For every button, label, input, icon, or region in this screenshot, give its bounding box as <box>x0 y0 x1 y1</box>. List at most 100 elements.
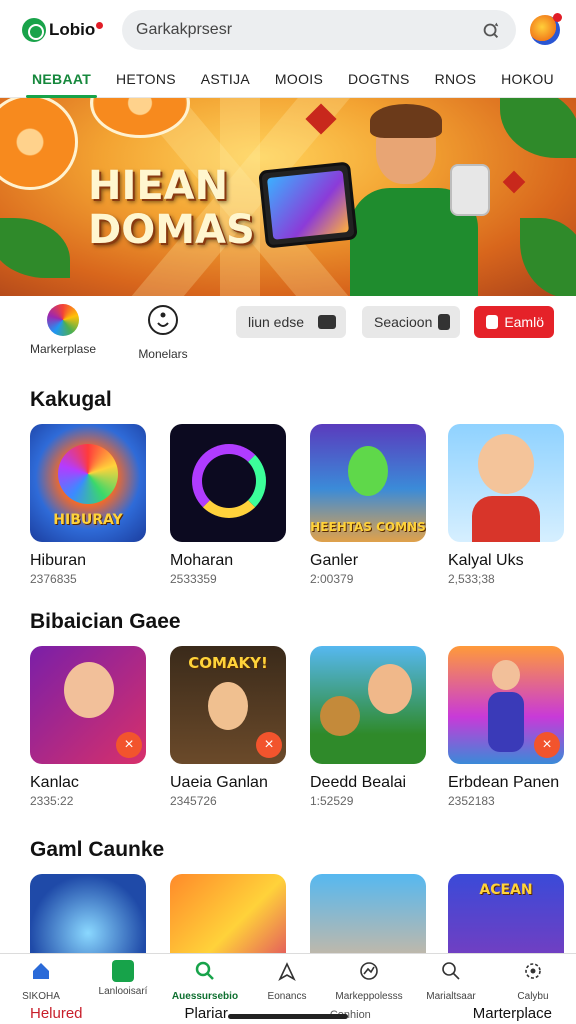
game-count: 2:00379 <box>310 572 354 586</box>
search-input[interactable]: Garkakprsesr <box>136 21 480 39</box>
game-card[interactable]: ACEAN <box>448 874 564 954</box>
nav-item-marialtsaar[interactable]: Marialtsaar <box>410 954 492 1005</box>
game-controller-icon <box>486 315 499 329</box>
robot-icon <box>438 314 450 330</box>
thumbnail-title: HEEHTAS COMNS <box>310 520 426 534</box>
smiley-icon <box>148 305 178 335</box>
logo-icon <box>22 18 46 42</box>
game-thumbnail: HIBURAY <box>30 424 146 542</box>
nav-label: Markeppolesss <box>335 991 403 1002</box>
game-card[interactable] <box>170 874 286 954</box>
game-card[interactable]: Kalyal Uks 2,533;38 <box>448 424 564 586</box>
game-count: 2376835 <box>30 572 77 586</box>
game-card[interactable]: Deedd Bealai 1:52529 <box>310 646 426 808</box>
tab-mooIs[interactable]: MOOIS <box>275 62 323 98</box>
game-card[interactable]: Moharan 2533359 <box>170 424 286 586</box>
nav-label: Auessursebio <box>171 991 239 1002</box>
nav-label: Lanlooisarí <box>98 986 148 997</box>
tab-hokou[interactable]: HOKOU <box>501 62 554 98</box>
shortcut-marketplace[interactable]: Markerplase <box>18 304 108 356</box>
profile-avatar[interactable] <box>530 13 562 45</box>
game-thumbnail <box>310 874 426 954</box>
top-bar: Lobio Garkakprsesr <box>0 0 576 60</box>
nav-item-auessursebio[interactable]: Auessursebio <box>164 954 246 1005</box>
chip-label: Eamlö <box>504 314 544 330</box>
character-face-icon <box>492 660 520 690</box>
home-indicator[interactable] <box>228 1014 348 1019</box>
game-card[interactable]: × Erbdean Panen 2352183 <box>448 646 564 808</box>
character-face-icon <box>368 664 412 714</box>
bottom-navigation: SIKOHA Lanlooisarí Auessursebio Eonancs … <box>0 953 576 1005</box>
shortcut-monelars[interactable]: Monelars <box>118 304 208 361</box>
footer-item[interactable]: Helured <box>30 1005 83 1024</box>
thumbnail-title: ACEAN <box>479 882 533 898</box>
tab-dogtns[interactable]: DOGTNS <box>348 62 410 98</box>
chip-seacioon[interactable]: Seacioon <box>362 306 460 338</box>
game-thumbnail <box>170 874 286 954</box>
game-card[interactable]: COMAKY! × Uaeia Ganlan 2345726 <box>170 646 286 808</box>
leaf-icon <box>520 218 576 296</box>
game-thumbnail: ACEAN <box>448 874 564 954</box>
game-count: 2533359 <box>170 572 217 586</box>
red-gem-icon <box>502 170 526 194</box>
nav-item-eonancs[interactable]: Eonancs <box>246 954 328 1005</box>
search-refresh-icon[interactable] <box>480 19 502 41</box>
game-card[interactable] <box>310 874 426 954</box>
settings-icon <box>525 963 541 979</box>
game-thumbnail: HEEHTAS COMNS <box>310 424 426 542</box>
search-bar[interactable]: Garkakprsesr <box>122 10 516 50</box>
chip-liun-edse[interactable]: liun edse <box>236 306 346 338</box>
nav-label: Eonancs <box>267 991 307 1002</box>
game-thumbnail <box>30 874 146 954</box>
thumbnail-title: COMAKY! <box>188 654 268 672</box>
nav-item-sikoha[interactable]: SIKOHA <box>0 954 82 1005</box>
gamepad-icon <box>318 315 336 329</box>
tab-nebaat[interactable]: NEBAAT <box>25 62 98 98</box>
nav-item-markeppolesss[interactable]: Markeppolesss <box>328 954 410 1005</box>
speaker-icon <box>450 164 490 216</box>
leaf-icon <box>500 98 576 158</box>
shortcut-label: Monelars <box>138 347 188 361</box>
app-root: Lobio Garkakprsesr NEBAAT HETONS ASTIJA … <box>0 0 576 1024</box>
chip-eamlo[interactable]: Eamlö <box>474 306 554 338</box>
shortcut-row: Markerplase Monelars liun edse Seacioon … <box>0 296 576 368</box>
game-card[interactable]: HEEHTAS COMNS Ganler 2:00379 <box>310 424 426 586</box>
game-count: 2335:22 <box>30 794 74 808</box>
game-card[interactable]: HIBURAY Hiburan 2376835 <box>30 424 146 586</box>
close-badge-icon[interactable]: × <box>534 732 560 758</box>
nav-label: SIKOHA <box>22 991 60 1002</box>
close-badge-icon[interactable]: × <box>256 732 282 758</box>
game-card[interactable]: × Kanlac 2335:22 <box>30 646 146 808</box>
game-count: 2,533;38 <box>448 572 495 586</box>
game-thumbnail <box>170 424 286 542</box>
game-thumbnail: COMAKY! × <box>170 646 286 764</box>
game-title: Hiburan <box>30 552 87 569</box>
game-count: 2352183 <box>448 794 495 808</box>
game-thumbnail: × <box>448 646 564 764</box>
logo[interactable]: Lobio <box>22 18 114 42</box>
game-card[interactable] <box>30 874 146 954</box>
footer-item[interactable]: Marterplace <box>473 1005 552 1024</box>
section-title: Gaml Caunke <box>30 838 165 861</box>
footer-item[interactable]: Plariar <box>185 1005 228 1024</box>
nav-item-calybu[interactable]: Calybu <box>492 954 574 1005</box>
character-shirt-icon <box>472 496 540 542</box>
chip-label: Seacioon <box>374 314 433 330</box>
nav-item-lanlooisari[interactable]: Lanlooisarí <box>82 954 164 1005</box>
game-count: 1:52529 <box>310 794 354 808</box>
tab-rnos[interactable]: RNOS <box>435 62 477 98</box>
tab-hetons[interactable]: HETONS <box>116 62 176 98</box>
game-thumbnail: × <box>30 646 146 764</box>
character-hair <box>370 104 442 138</box>
magnifier-icon <box>442 962 460 980</box>
colorful-ball-icon <box>47 304 79 336</box>
bag-icon <box>112 960 134 982</box>
orange-slice-icon <box>0 98 78 190</box>
monster-character-icon <box>348 446 388 496</box>
tab-astija[interactable]: ASTIJA <box>201 62 250 98</box>
close-badge-icon[interactable]: × <box>116 732 142 758</box>
game-title: Deedd Bealai <box>310 774 407 791</box>
game-grid: ACEAN <box>0 874 576 954</box>
hero-banner[interactable]: HIEAN DOMAS <box>0 98 576 296</box>
hero-title: HIEAN DOMAS <box>88 164 255 252</box>
